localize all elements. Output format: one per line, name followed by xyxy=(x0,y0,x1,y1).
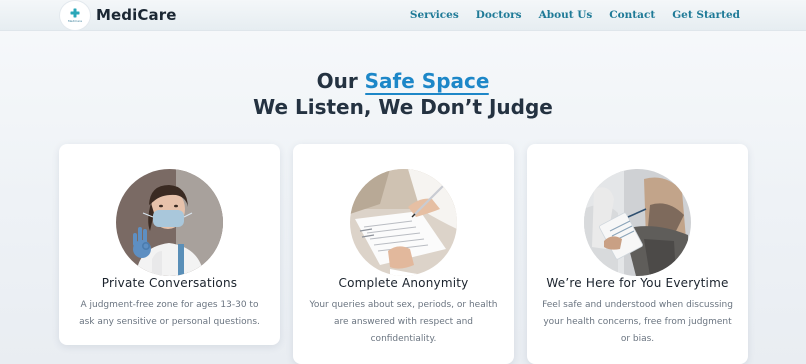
card-title: We’re Here for You Everytime xyxy=(546,276,729,290)
nav-link-get-started[interactable]: Get Started xyxy=(672,9,740,21)
nav-link-about-us[interactable]: About Us xyxy=(539,9,593,21)
medical-cross-icon xyxy=(70,8,80,18)
doctor-writing-notes-photo xyxy=(350,169,457,276)
navbar: MediCare MediCare Services Doctors About… xyxy=(0,0,806,31)
heading-line-1: Our Safe Space xyxy=(0,68,806,95)
patient-consultation-photo xyxy=(584,169,691,276)
card-title: Complete Anonymity xyxy=(338,276,469,290)
nav-link-services[interactable]: Services xyxy=(410,9,459,21)
feature-card-anonymity: Complete Anonymity Your queries about se… xyxy=(293,144,514,364)
heading-prefix: Our xyxy=(316,69,365,93)
heading-subtitle: We Listen, We Don’t Judge xyxy=(253,95,553,119)
nav-link-doctors[interactable]: Doctors xyxy=(476,9,522,21)
card-description: A judgment-free zone for ages 13-30 to a… xyxy=(79,300,260,327)
logo-caption: MediCare xyxy=(67,19,83,23)
heading-accent: Safe Space xyxy=(364,69,490,95)
doctor-ok-gesture-photo xyxy=(116,169,223,276)
nav-links: Services Doctors About Us Contact Get St… xyxy=(410,9,740,21)
brand-name[interactable]: MediCare xyxy=(96,6,176,24)
card-title: Private Conversations xyxy=(101,276,238,290)
card-description: Your queries about sex, periods, or heal… xyxy=(309,300,498,344)
section-heading: Our Safe Space We Listen, We Don’t Judge xyxy=(0,68,806,120)
feature-card-support: We’re Here for You Everytime Feel safe a… xyxy=(527,144,748,364)
brand-logo[interactable]: MediCare xyxy=(60,1,90,30)
card-description: Feel safe and understood when discussing… xyxy=(542,300,733,344)
nav-link-contact[interactable]: Contact xyxy=(609,9,655,21)
feature-card-private: Private Conversations A judgment-free zo… xyxy=(59,144,280,345)
